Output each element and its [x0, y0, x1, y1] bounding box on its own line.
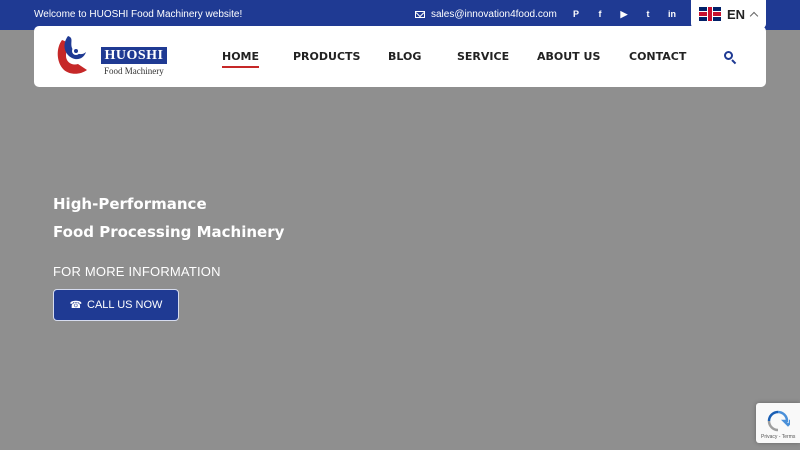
nav-blog[interactable]: BLOG — [388, 50, 421, 63]
hero-headline-line1: High-Performance — [53, 195, 207, 213]
envelope-icon — [415, 11, 425, 18]
logo-mark-icon — [54, 34, 92, 76]
main-navigation: HUOSHI Food Machinery HOME PRODUCTS BLOG… — [34, 26, 766, 87]
language-code: EN — [727, 6, 746, 22]
nav-contact[interactable]: CONTACT — [629, 50, 686, 63]
call-us-now-label: CALL US NOW — [87, 299, 163, 311]
email-address: sales@innovation4food.com — [431, 9, 557, 20]
nav-products[interactable]: PRODUCTS — [293, 50, 360, 63]
logo-subtitle: Food Machinery — [104, 66, 164, 76]
nav-home[interactable]: HOME — [222, 50, 260, 68]
chevron-up-icon — [749, 11, 759, 20]
linkedin-icon[interactable]: in — [666, 8, 678, 20]
social-links: P f ▶ t in — [570, 8, 678, 20]
nav-about-us[interactable]: ABOUT US — [537, 50, 600, 63]
recaptcha-links[interactable]: Privacy - Terms — [761, 434, 795, 440]
site-logo[interactable]: HUOSHI Food Machinery — [54, 32, 169, 77]
hero-more-info: FOR MORE INFORMATION — [53, 264, 221, 279]
call-us-now-button[interactable]: ☎ CALL US NOW — [53, 289, 179, 321]
welcome-text: Welcome to HUOSHI Food Machinery website… — [34, 9, 243, 20]
logo-brand: HUOSHI — [101, 47, 167, 64]
search-icon[interactable] — [724, 51, 737, 65]
nav-service[interactable]: SERVICE — [457, 50, 509, 63]
recaptcha-badge[interactable]: Privacy - Terms — [756, 403, 800, 443]
facebook-icon[interactable]: f — [594, 8, 606, 20]
uk-flag-icon — [699, 7, 721, 21]
hero-headline-line2: Food Processing Machinery — [53, 223, 285, 241]
phone-icon: ☎ — [69, 299, 83, 311]
twitter-icon[interactable]: t — [642, 8, 654, 20]
recaptcha-icon — [766, 409, 796, 433]
youtube-icon[interactable]: ▶ — [618, 8, 630, 20]
email-link[interactable]: sales@innovation4food.com — [415, 9, 557, 20]
language-switcher[interactable]: EN — [691, 0, 766, 28]
pinterest-icon[interactable]: P — [570, 8, 582, 20]
